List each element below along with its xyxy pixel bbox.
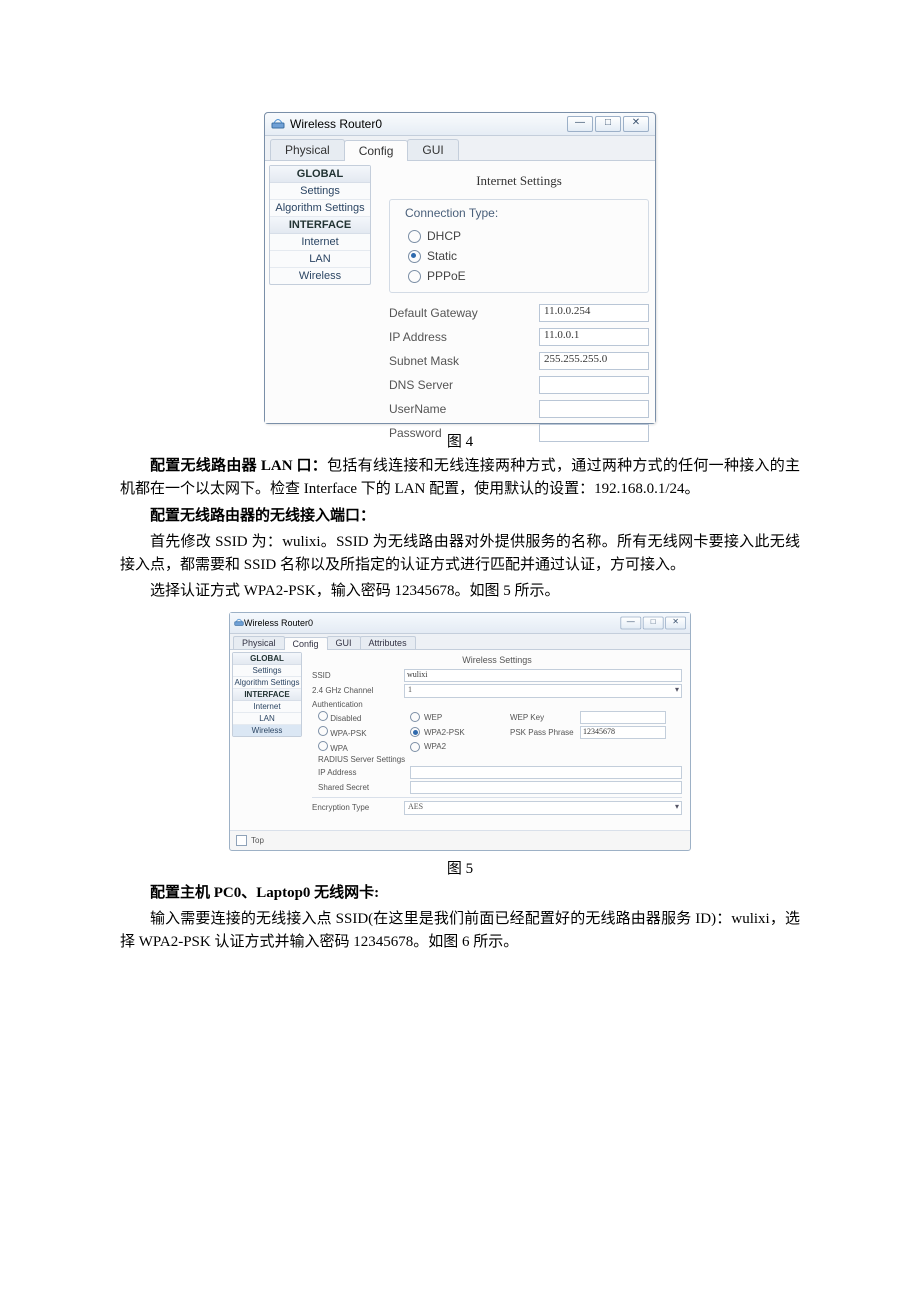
radio-wpa2[interactable] xyxy=(410,742,420,752)
wireless-settings-window: Wireless Router0 — □ ✕ Physical Config G… xyxy=(229,612,691,851)
radio-pppoe[interactable] xyxy=(408,270,421,283)
sidebar-interface-header: INTERFACE xyxy=(270,217,370,234)
sidebar-global-header: GLOBAL xyxy=(233,653,301,665)
radius-ip-input[interactable] xyxy=(410,766,682,779)
gw-input[interactable]: 11.0.0.254 xyxy=(539,304,649,322)
radio-wep[interactable] xyxy=(410,712,420,722)
enc-select[interactable]: AES xyxy=(404,801,682,815)
tab-config[interactable]: Config xyxy=(344,140,409,161)
dns-label: DNS Server xyxy=(389,378,539,392)
channel-select[interactable]: 1 xyxy=(404,684,682,698)
paragraph-lan-config: 配置无线路由器 LAN 口：包括有线连接和无线连接两种方式，通过两种方式的任何一… xyxy=(120,455,800,502)
radius-label: RADIUS Server Settings xyxy=(312,755,405,764)
sidebar-item-internet[interactable]: Internet xyxy=(233,701,301,713)
close-button[interactable]: ✕ xyxy=(665,616,686,629)
config-sidebar: GLOBAL Settings Algorithm Settings INTER… xyxy=(230,650,304,830)
user-label: UserName xyxy=(389,402,539,416)
radio-wpa-psk[interactable] xyxy=(318,726,328,736)
radius-secret-label: Shared Secret xyxy=(312,783,410,792)
dns-input[interactable] xyxy=(539,376,649,394)
ssid-label: SSID xyxy=(312,671,404,680)
auth-label: Authentication xyxy=(312,700,404,709)
radio-wep-label: WEP xyxy=(424,713,442,722)
radio-wpa-psk-label: WPA-PSK xyxy=(330,729,366,738)
router-icon xyxy=(271,118,285,130)
ssid-input[interactable]: wulixi xyxy=(404,669,682,682)
psk-label: PSK Pass Phrase xyxy=(510,728,580,737)
maximize-button[interactable]: □ xyxy=(643,616,664,629)
panel-title: Internet Settings xyxy=(389,167,649,199)
radio-wpa2-psk-label: WPA2-PSK xyxy=(424,728,465,737)
window-titlebar[interactable]: Wireless Router0 — □ ✕ xyxy=(230,613,690,634)
channel-label: 2.4 GHz Channel xyxy=(312,686,404,695)
paragraph-host-config-heading: 配置主机 PC0、Laptop0 无线网卡: xyxy=(120,882,800,905)
sidebar-item-settings[interactable]: Settings xyxy=(270,183,370,200)
tab-physical[interactable]: Physical xyxy=(233,636,285,649)
bottom-bar: Top xyxy=(230,830,690,850)
config-sidebar: GLOBAL Settings Algorithm Settings INTER… xyxy=(265,161,375,423)
sidebar-interface-header: INTERFACE xyxy=(233,689,301,701)
radius-secret-input[interactable] xyxy=(410,781,682,794)
radio-static[interactable] xyxy=(408,250,421,263)
router-config-window: Wireless Router0 — □ ✕ Physical Config G… xyxy=(264,112,656,424)
tab-gui[interactable]: GUI xyxy=(327,636,361,649)
mask-label: Subnet Mask xyxy=(389,354,539,368)
paragraph-host-config-body: 输入需要连接的无线接入点 SSID(在这里是我们前面已经配置好的无线路由器服务 … xyxy=(120,908,800,955)
connection-type-legend: Connection Type: xyxy=(402,206,501,220)
radio-wpa2-label: WPA2 xyxy=(424,742,446,751)
radio-disabled[interactable] xyxy=(318,711,328,721)
sidebar-item-wireless[interactable]: Wireless xyxy=(233,725,301,736)
radio-wpa[interactable] xyxy=(318,741,328,751)
tab-physical[interactable]: Physical xyxy=(270,139,345,160)
psk-input[interactable]: 12345678 xyxy=(580,726,666,739)
main-tabs: Physical Config GUI xyxy=(265,136,655,160)
tab-config[interactable]: Config xyxy=(284,637,328,650)
sidebar-item-wireless[interactable]: Wireless xyxy=(270,268,370,284)
radio-pppoe-label: PPPoE xyxy=(427,269,466,283)
sidebar-item-internet[interactable]: Internet xyxy=(270,234,370,251)
window-title: Wireless Router0 xyxy=(290,117,382,131)
user-input[interactable] xyxy=(539,400,649,418)
mask-input[interactable]: 255.255.255.0 xyxy=(539,352,649,370)
window-titlebar[interactable]: Wireless Router0 — □ ✕ xyxy=(265,113,655,136)
tab-gui[interactable]: GUI xyxy=(407,139,458,160)
radio-wpa2-psk[interactable] xyxy=(410,727,420,737)
top-checkbox[interactable] xyxy=(236,835,247,846)
minimize-button[interactable]: — xyxy=(620,616,641,629)
enc-label: Encryption Type xyxy=(312,803,404,812)
pass-input[interactable] xyxy=(539,424,649,442)
close-button[interactable]: ✕ xyxy=(623,116,649,132)
router-icon xyxy=(234,618,244,627)
radius-ip-label: IP Address xyxy=(312,768,410,777)
radio-disabled-label: Disabled xyxy=(330,714,361,723)
figure5-caption: 图 5 xyxy=(120,851,800,882)
paragraph-wpa2: 选择认证方式 WPA2-PSK，输入密码 12345678。如图 5 所示。 xyxy=(120,580,800,603)
ip-input[interactable]: 11.0.0.1 xyxy=(539,328,649,346)
radio-static-label: Static xyxy=(427,249,457,263)
internet-settings-panel: Internet Settings Connection Type: DHCP … xyxy=(375,161,663,423)
radio-wpa-label: WPA xyxy=(330,744,348,753)
radio-dhcp-label: DHCP xyxy=(427,229,461,243)
paragraph-wireless-port-heading: 配置无线路由器的无线接入端口： xyxy=(120,505,800,528)
paragraph-ssid: 首先修改 SSID 为：wulixi。SSID 为无线路由器对外提供服务的名称。… xyxy=(120,531,800,578)
tab-attributes[interactable]: Attributes xyxy=(360,636,416,649)
top-label: Top xyxy=(251,836,264,845)
minimize-button[interactable]: — xyxy=(567,116,593,132)
sidebar-item-lan[interactable]: LAN xyxy=(233,713,301,725)
maximize-button[interactable]: □ xyxy=(595,116,621,132)
sidebar-item-settings[interactable]: Settings xyxy=(233,665,301,677)
window-title: Wireless Router0 xyxy=(244,618,313,628)
sidebar-item-lan[interactable]: LAN xyxy=(270,251,370,268)
radio-dhcp[interactable] xyxy=(408,230,421,243)
ip-label: IP Address xyxy=(389,330,539,344)
gw-label: Default Gateway xyxy=(389,306,539,320)
sidebar-item-algorithm[interactable]: Algorithm Settings xyxy=(270,200,370,217)
wep-key-label: WEP Key xyxy=(510,713,580,722)
panel-title: Wireless Settings xyxy=(312,654,682,668)
sidebar-item-algorithm[interactable]: Algorithm Settings xyxy=(233,677,301,689)
wireless-settings-panel: Wireless Settings SSIDwulixi 2.4 GHz Cha… xyxy=(304,650,690,830)
sidebar-global-header: GLOBAL xyxy=(270,166,370,183)
wep-key-input[interactable] xyxy=(580,711,666,724)
